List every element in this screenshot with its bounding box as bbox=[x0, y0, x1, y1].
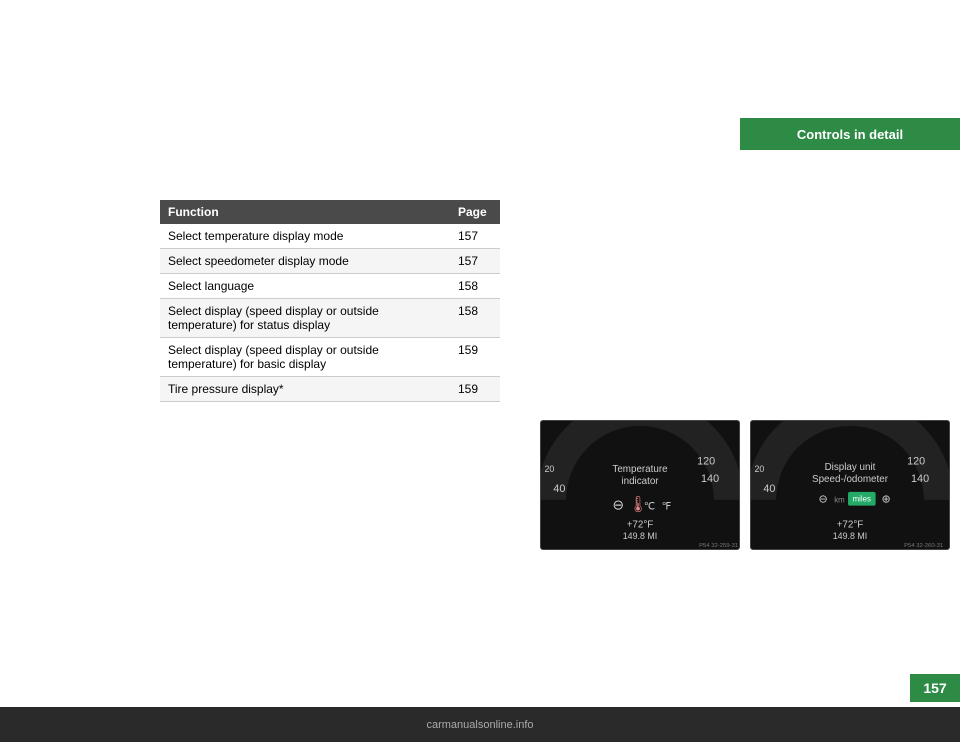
table-cell-page: 158 bbox=[450, 299, 500, 338]
table-row: Select temperature display mode157 bbox=[160, 224, 500, 249]
svg-text:+72°F: +72°F bbox=[837, 519, 864, 530]
table-row: Select speedometer display mode157 bbox=[160, 249, 500, 274]
table-cell-page: 159 bbox=[450, 377, 500, 402]
table-cell-page: 159 bbox=[450, 338, 500, 377]
table-cell-function: Select display (speed display or outside… bbox=[160, 299, 450, 338]
svg-text:Temperature: Temperature bbox=[612, 464, 668, 475]
table-row: Select display (speed display or outside… bbox=[160, 338, 500, 377]
cluster-speedometer: 40 20 120 140 Display unit Speed-/odomet… bbox=[750, 420, 950, 550]
page-badge: 157 bbox=[910, 674, 960, 702]
table-cell-page: 157 bbox=[450, 249, 500, 274]
main-content: Function Page Select temperature display… bbox=[160, 200, 920, 662]
header-banner-label: Controls in detail bbox=[797, 127, 903, 142]
svg-text:149.8 MI: 149.8 MI bbox=[623, 531, 657, 541]
page-number: 157 bbox=[923, 680, 946, 696]
svg-text:140: 140 bbox=[701, 473, 719, 485]
svg-text:miles: miles bbox=[853, 495, 871, 504]
table-cell-page: 157 bbox=[450, 224, 500, 249]
svg-text:20: 20 bbox=[754, 464, 764, 474]
footer-watermark: carmanualsonline.info bbox=[0, 707, 960, 742]
svg-text:P54 32-259-31: P54 32-259-31 bbox=[699, 543, 738, 549]
table-row: Select language158 bbox=[160, 274, 500, 299]
table-row: Select display (speed display or outside… bbox=[160, 299, 500, 338]
svg-text:⊖: ⊖ bbox=[818, 494, 827, 506]
svg-text:120: 120 bbox=[907, 455, 925, 467]
svg-text:40: 40 bbox=[763, 483, 775, 495]
table-cell-function: Select temperature display mode bbox=[160, 224, 450, 249]
col-function-header: Function bbox=[160, 200, 450, 224]
svg-text:120: 120 bbox=[697, 455, 715, 467]
table-row: Tire pressure display*159 bbox=[160, 377, 500, 402]
svg-text:Speed-/odometer: Speed-/odometer bbox=[812, 474, 889, 485]
svg-text:P54 32-260-31: P54 32-260-31 bbox=[904, 543, 943, 549]
svg-text:℃: ℃ bbox=[644, 502, 655, 513]
svg-text:140: 140 bbox=[911, 473, 929, 485]
svg-text:Display unit: Display unit bbox=[825, 462, 876, 473]
header-banner: Controls in detail bbox=[740, 118, 960, 150]
svg-text:20: 20 bbox=[544, 464, 554, 474]
table-cell-function: Tire pressure display* bbox=[160, 377, 450, 402]
table-cell-function: Select language bbox=[160, 274, 450, 299]
svg-text:40: 40 bbox=[553, 483, 565, 495]
svg-text:km: km bbox=[834, 496, 845, 505]
svg-text:+72°F: +72°F bbox=[627, 519, 654, 530]
clusters-area: 40 20 120 140 Temperature indicator ⊖ 🌡 … bbox=[540, 420, 950, 550]
svg-text:149.8 MI: 149.8 MI bbox=[833, 531, 867, 541]
watermark-text: carmanualsonline.info bbox=[426, 719, 533, 731]
svg-text:⊖: ⊖ bbox=[612, 498, 624, 513]
svg-text:⊕: ⊕ bbox=[882, 494, 891, 506]
svg-text:℉: ℉ bbox=[662, 502, 671, 513]
svg-text:indicator: indicator bbox=[621, 476, 659, 487]
col-page-header: Page bbox=[450, 200, 500, 224]
function-table: Function Page Select temperature display… bbox=[160, 200, 500, 402]
table-cell-page: 158 bbox=[450, 274, 500, 299]
cluster-temperature: 40 20 120 140 Temperature indicator ⊖ 🌡 … bbox=[540, 420, 740, 550]
table-cell-function: Select display (speed display or outside… bbox=[160, 338, 450, 377]
table-cell-function: Select speedometer display mode bbox=[160, 249, 450, 274]
